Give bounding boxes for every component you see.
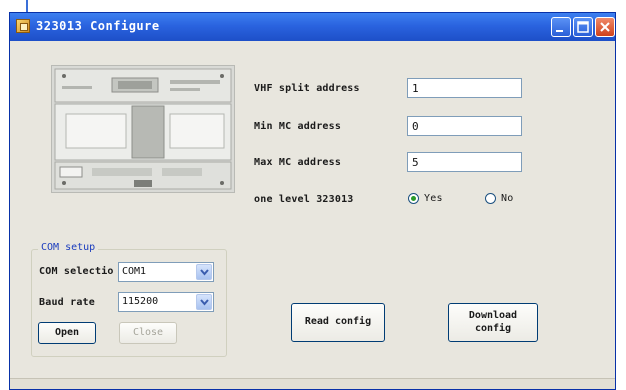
close-port-button[interactable]: Close <box>119 322 177 344</box>
one-level-no-label[interactable]: No <box>501 193 513 204</box>
com-setup-group: COM setup COM selectio COM1 Baud rate 11… <box>31 242 227 357</box>
com-selection-value: COM1 <box>122 266 147 277</box>
min-mc-address-field[interactable]: 0 <box>407 116 522 136</box>
title-bar[interactable]: 323013 Configure <box>10 13 615 41</box>
one-level-yes-label[interactable]: Yes <box>424 193 443 204</box>
minimize-button[interactable] <box>551 17 571 37</box>
close-port-button-label: Close <box>132 327 164 338</box>
chevron-down-icon <box>200 299 209 306</box>
download-config-button-label-line1: Download <box>468 310 518 321</box>
com-selection-label: COM selectio <box>39 266 114 277</box>
vhf-split-address-label: VHF split address <box>254 83 360 94</box>
baud-rate-label: Baud rate <box>39 297 95 308</box>
maximize-button[interactable] <box>573 17 593 37</box>
baud-rate-combo[interactable]: 115200 <box>118 292 214 312</box>
chevron-down-icon <box>200 269 209 276</box>
vhf-split-address-field[interactable]: 1 <box>407 78 522 98</box>
baud-rate-dropdown-button[interactable] <box>196 294 212 310</box>
close-button[interactable] <box>595 17 615 37</box>
minimize-icon <box>556 30 563 32</box>
one-level-no-radio[interactable] <box>485 193 496 204</box>
window-title: 323013 Configure <box>36 19 160 33</box>
read-config-button[interactable]: Read config <box>291 303 385 342</box>
min-mc-address-label: Min MC address <box>254 121 342 132</box>
one-level-label: one level 323013 <box>254 194 354 205</box>
one-level-yes-radio[interactable] <box>408 193 419 204</box>
open-port-button-label: Open <box>54 327 80 338</box>
close-icon <box>600 22 610 32</box>
bottom-status-strip <box>10 378 615 389</box>
open-port-button[interactable]: Open <box>38 322 96 344</box>
maximize-icon <box>577 21 589 33</box>
max-mc-address-label: Max MC address <box>254 157 342 168</box>
baud-rate-value: 115200 <box>122 296 159 307</box>
com-selection-combo[interactable]: COM1 <box>118 262 214 282</box>
download-config-button-label-line2: config <box>474 323 512 334</box>
read-config-button-label: Read config <box>304 316 372 327</box>
app-icon <box>16 19 30 33</box>
download-config-button[interactable]: Download config <box>448 303 538 342</box>
device-panel-image <box>51 65 235 193</box>
max-mc-address-field[interactable]: 5 <box>407 152 522 172</box>
configure-window: 323013 Configure VHF split address 1 Min… <box>9 12 616 390</box>
com-setup-title: COM setup <box>38 242 99 253</box>
com-selection-dropdown-button[interactable] <box>196 264 212 280</box>
